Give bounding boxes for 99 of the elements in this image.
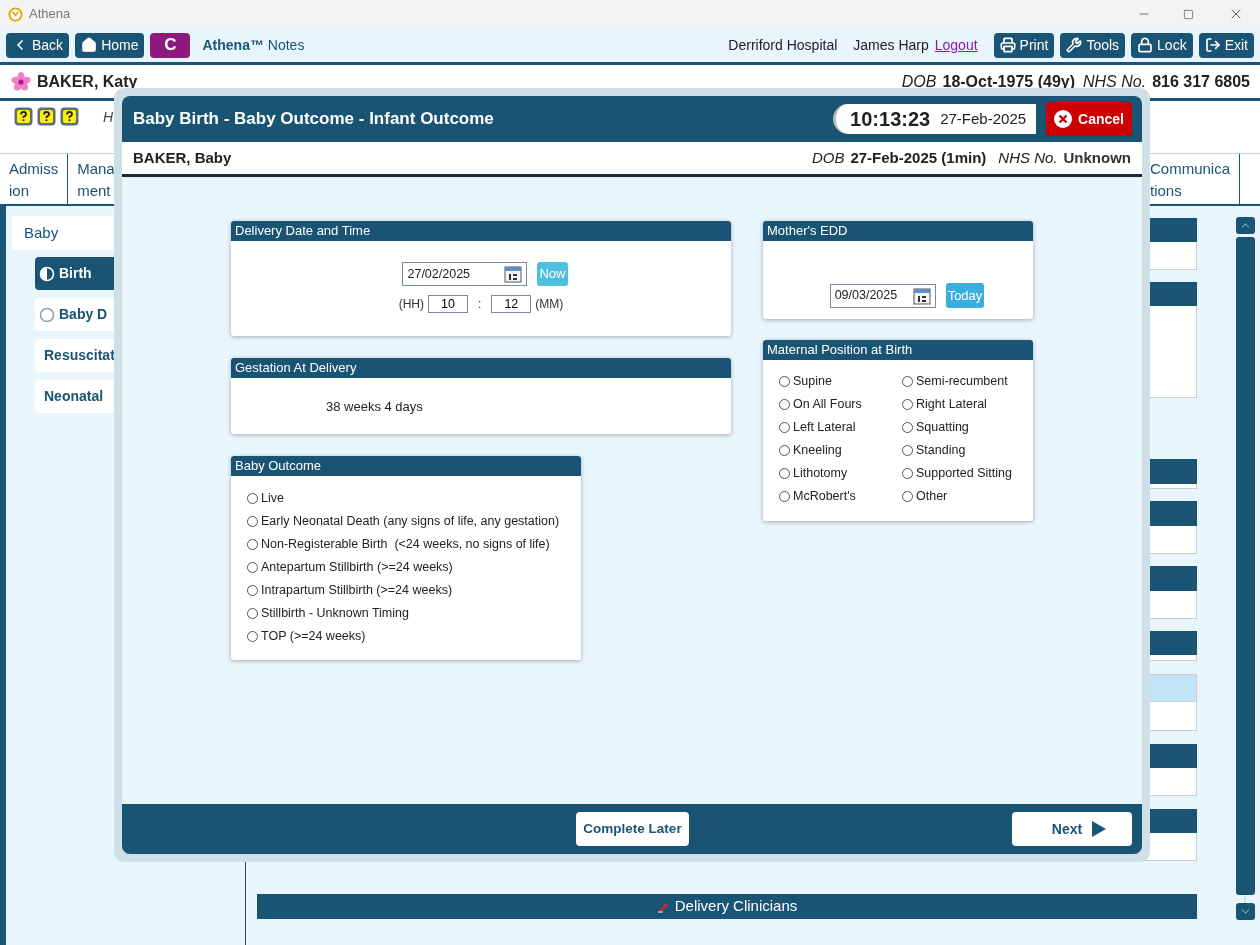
exit-icon xyxy=(1204,37,1221,53)
app-name: Athena™ Notes xyxy=(202,35,305,55)
hours-field[interactable]: 10 xyxy=(428,295,468,313)
radio-button[interactable] xyxy=(779,376,790,387)
radio-button[interactable] xyxy=(247,608,258,619)
radio-label: TOP (>=24 weeks) xyxy=(261,628,366,646)
radio-button[interactable] xyxy=(247,562,258,573)
radio-button[interactable] xyxy=(902,399,913,410)
user-name: James Harp xyxy=(853,35,929,55)
radio-button[interactable] xyxy=(247,585,258,596)
radio-button[interactable] xyxy=(902,491,913,502)
scrollbar-thumb[interactable] xyxy=(1235,237,1255,895)
radio-button[interactable] xyxy=(902,468,913,479)
date-field[interactable]: 09/03/2025 xyxy=(829,283,936,308)
radio-button[interactable] xyxy=(902,376,913,387)
app-letter-button[interactable]: C xyxy=(150,32,191,58)
hospital-name: Derriford Hospital xyxy=(728,35,838,55)
card-header: Baby Outcome xyxy=(231,456,581,476)
toolbar-button[interactable]: Exit xyxy=(1198,32,1254,58)
radio-label: Supine xyxy=(793,373,832,391)
next-button[interactable]: Next xyxy=(1012,812,1132,846)
radio-button[interactable] xyxy=(779,468,790,479)
radio-label: Live xyxy=(261,490,284,508)
pen-icon xyxy=(656,900,669,913)
radio-label: Antepartum Stillbirth (>=24 weeks) xyxy=(261,559,453,577)
radio-label: Semi-recumbent xyxy=(916,373,1008,391)
section-header: Delivery Clinicians xyxy=(257,894,1197,919)
date-field[interactable]: 27/02/2025 xyxy=(402,262,528,286)
tools-icon xyxy=(1066,37,1083,53)
card-header: Gestation At Delivery xyxy=(231,358,731,378)
radio-button[interactable] xyxy=(779,491,790,502)
radio-label: McRobert's xyxy=(793,488,856,506)
radio-label: Standing xyxy=(916,442,966,460)
complete-later-button[interactable]: Complete Later xyxy=(576,812,689,846)
scroll-up-button[interactable] xyxy=(1235,217,1255,234)
toolbar-button[interactable]: Lock xyxy=(1131,32,1193,58)
nhs-value: Unknown xyxy=(1063,147,1131,168)
hours-label: (HH) xyxy=(398,296,424,313)
alert-icon xyxy=(14,107,33,126)
print-icon xyxy=(999,37,1016,53)
radio-button[interactable] xyxy=(247,631,258,642)
play-icon xyxy=(1092,821,1107,837)
toolbar-button[interactable]: Tools xyxy=(1060,32,1126,58)
radio-label: Other xyxy=(916,488,948,506)
scroll-down-button[interactable] xyxy=(1235,903,1255,920)
calendar-icon xyxy=(504,265,523,283)
radio-button[interactable] xyxy=(779,422,790,433)
radio-label: Right Lateral xyxy=(916,396,987,414)
radio-button[interactable] xyxy=(779,445,790,456)
calendar-icon xyxy=(912,286,931,305)
alert-icon xyxy=(37,107,56,126)
radio-button[interactable] xyxy=(247,516,258,527)
cancel-button[interactable]: Cancel xyxy=(1046,102,1132,136)
patient-name: BAKER, Katy xyxy=(37,71,138,92)
card-header: Delivery Date and Time xyxy=(231,221,731,241)
toolbar-button[interactable]: Home xyxy=(75,32,145,58)
radio-label: Non-Registerable Birth (<24 weeks, no signs of life) xyxy=(261,536,550,554)
radio-label: On All Fours xyxy=(793,396,862,414)
clock-date: 27-Feb-2025 xyxy=(940,108,1027,129)
radio-label: Squatting xyxy=(916,419,969,437)
minutes-label: (MM) xyxy=(535,296,564,313)
radio-button[interactable] xyxy=(902,422,913,433)
toolbar-button[interactable]: Back xyxy=(6,32,70,58)
dob-label: DOB xyxy=(901,71,937,92)
flower-icon xyxy=(10,71,32,92)
radio-label: Early Neonatal Death (any signs of life, any gestation) xyxy=(261,513,560,531)
minutes-field[interactable]: 12 xyxy=(491,295,532,313)
radio-label: Intrapartum Stillbirth (>=24 weeks) xyxy=(261,582,453,600)
nhs-label: NHS No. xyxy=(998,147,1058,168)
gestation-value: 38 weeks 4 days xyxy=(325,398,424,416)
lock-icon xyxy=(1137,37,1154,53)
home-icon xyxy=(81,37,98,53)
card-header: Maternal Position at Birth xyxy=(763,340,1033,360)
app-logo-icon xyxy=(8,6,23,22)
card-header: Mother's EDD xyxy=(763,221,1033,241)
clock-time: 10:13:23 xyxy=(850,107,931,132)
alert-icon xyxy=(60,107,79,126)
time-separator: : xyxy=(478,296,482,313)
dob-value: 27-Feb-2025 (1min) xyxy=(850,147,987,168)
radio-label: Supported Sitting xyxy=(916,465,1012,483)
maximize-icon[interactable] xyxy=(1183,8,1194,20)
baby-name: BAKER, Baby xyxy=(133,147,232,168)
radio-button[interactable] xyxy=(247,539,258,550)
window-title: Athena xyxy=(29,5,71,24)
radio-button[interactable] xyxy=(902,445,913,456)
nhs-value: 816 317 6805 xyxy=(1152,71,1250,92)
close-icon xyxy=(1054,110,1073,128)
dob-label: DOB xyxy=(811,147,845,168)
toolbar-button[interactable]: Print xyxy=(993,32,1055,58)
nhs-label: NHS No. xyxy=(1083,71,1147,92)
radio-label: Lithotomy xyxy=(793,465,848,483)
radio-button[interactable] xyxy=(247,493,258,504)
radio-label: Stillbirth - Unknown Timing xyxy=(261,605,409,623)
radio-label: Left Lateral xyxy=(793,419,856,437)
logout-link[interactable]: Logout xyxy=(934,34,978,56)
radio-label: Kneeling xyxy=(793,442,842,460)
alert-text: H xyxy=(103,108,114,127)
radio-button[interactable] xyxy=(779,399,790,410)
modal-title: Baby Birth - Baby Outcome - Infant Outcome xyxy=(133,108,494,131)
